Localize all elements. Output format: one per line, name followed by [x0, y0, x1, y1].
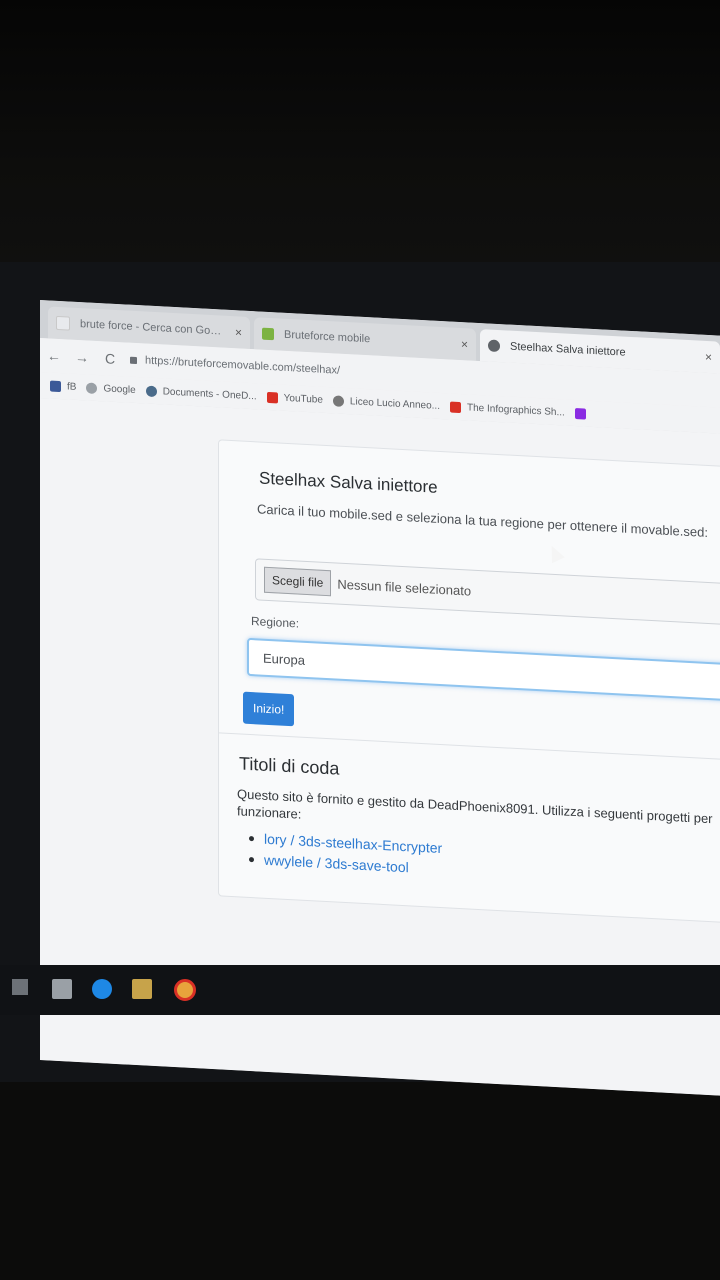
form-description: Carica il tuo mobile.sed e seleziona la …	[257, 501, 708, 541]
credits-title: Titoli di coda	[239, 753, 340, 779]
bookmark-facebook[interactable]: fB	[50, 380, 76, 392]
forward-button[interactable]: →	[68, 348, 96, 366]
file-input[interactable]: Scegli file Nessun file selezionato	[255, 558, 720, 628]
choose-file-button[interactable]: Scegli file	[264, 566, 332, 597]
reload-button[interactable]: C	[96, 350, 124, 367]
main-card: Steelhax Salva iniettore Carica il tuo m…	[218, 439, 720, 925]
site-favicon-icon	[262, 327, 274, 341]
file-explorer-icon[interactable]	[132, 979, 152, 999]
address-bar[interactable]: https://bruteforcemovable.com/steelhax/	[130, 354, 340, 377]
url-text: https://bruteforcemovable.com/steelhax/	[145, 354, 341, 377]
youtube-icon	[450, 400, 461, 413]
page-title: Steelhax Salva iniettore	[259, 468, 438, 497]
youtube-icon	[266, 391, 278, 403]
lock-icon	[130, 356, 137, 364]
bullet-icon	[249, 835, 254, 841]
onedrive-icon	[145, 385, 157, 397]
list-item: wwylele / 3ds-save-tool	[249, 851, 442, 877]
tab-label: brute force - Cerca con Google	[80, 318, 227, 338]
close-icon[interactable]: ×	[461, 337, 468, 351]
close-icon[interactable]: ×	[705, 350, 712, 364]
mail-icon[interactable]	[52, 979, 72, 999]
injector-form: Steelhax Salva iniettore Carica il tuo m…	[219, 440, 720, 762]
close-icon[interactable]: ×	[235, 325, 242, 339]
chrome-icon[interactable]	[174, 979, 196, 1001]
back-button[interactable]: ←	[40, 347, 68, 364]
start-button[interactable]: Inizio!	[243, 691, 295, 727]
bookmark-onedrive[interactable]: Documents - OneD...	[145, 385, 257, 402]
bookmark-youtube[interactable]: YouTube	[266, 391, 323, 405]
bullet-icon	[249, 856, 254, 862]
bookmark-google[interactable]: Google	[86, 381, 136, 396]
wp-icon	[574, 407, 586, 420]
google-icon	[86, 381, 98, 394]
link-3ds-save-tool[interactable]: wwylele / 3ds-save-tool	[264, 852, 409, 876]
windows-start-icon[interactable]	[12, 979, 28, 995]
google-icon	[56, 315, 70, 331]
globe-icon	[488, 339, 500, 353]
edge-icon[interactable]	[92, 979, 112, 999]
region-label: Regione:	[251, 614, 300, 631]
facebook-icon	[50, 380, 61, 392]
bookmark-liceo[interactable]: Liceo Lucio Anneo...	[332, 394, 440, 411]
background	[0, 0, 720, 300]
taskbar	[0, 965, 720, 1015]
credits-links: lory / 3ds-steelhax-Encrypter wwylele / …	[249, 830, 442, 882]
tab-label: Steelhax Salva iniettore	[510, 340, 626, 359]
bookmark-infographics[interactable]: The Infographics Sh...	[450, 400, 565, 418]
site-icon	[332, 394, 344, 407]
region-select[interactable]: Europa	[247, 637, 720, 704]
bookmark-wp[interactable]	[574, 407, 592, 420]
file-status: Nessun file selezionato	[337, 576, 472, 599]
tab-label: Bruteforce mobile	[284, 328, 371, 346]
